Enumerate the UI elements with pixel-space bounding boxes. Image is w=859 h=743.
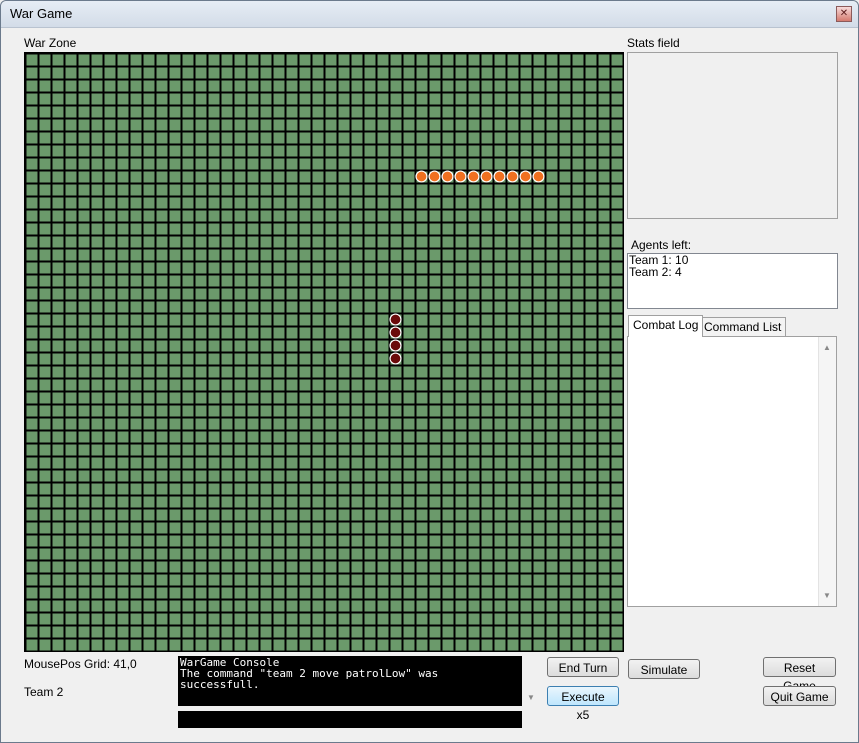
console-command-input[interactable] (178, 711, 522, 728)
agents-left-box: Team 1: 10 Team 2: 4 (627, 253, 838, 309)
team1-agent[interactable] (428, 170, 441, 183)
close-icon[interactable]: ✕ (836, 6, 852, 22)
agents-left-label: Agents left: (631, 238, 692, 252)
current-team-label: Team 2 (24, 685, 64, 699)
team1-agent[interactable] (467, 170, 480, 183)
quit-game-button[interactable]: Quit Game (763, 686, 836, 706)
window-title: War Game (10, 6, 73, 21)
console-line: successfull. (180, 678, 260, 691)
team2-agent[interactable] (389, 339, 402, 352)
tab-combat-log[interactable]: Combat Log (628, 315, 704, 337)
team1-agent[interactable] (506, 170, 519, 183)
tab-command-list[interactable]: Command List (699, 317, 787, 336)
mouse-pos-label: MousePos Grid: 41,0 (24, 657, 137, 671)
reset-game-button[interactable]: Reset Game (763, 657, 836, 693)
stats-field-panel (627, 52, 838, 219)
game-console: WarGame Console The command "team 2 move… (178, 656, 522, 706)
scroll-up-icon[interactable]: ▲ (823, 343, 831, 352)
stats-field-label: Stats field (627, 36, 680, 50)
simulate-button[interactable]: Simulate (628, 659, 700, 679)
war-zone-label: War Zone (24, 36, 77, 50)
team1-agent[interactable] (519, 170, 532, 183)
scroll-down-icon[interactable]: ▼ (823, 591, 831, 600)
war-game-window: War Game ✕ War Zone Stats field Agents l… (0, 0, 859, 743)
execute-x5-button[interactable]: Execute x5 (547, 686, 619, 722)
team1-agent[interactable] (532, 170, 545, 183)
war-zone-canvas[interactable] (25, 53, 623, 651)
team1-agent[interactable] (415, 170, 428, 183)
combat-log-panel: ▲ ▼ (627, 336, 837, 607)
combat-log-scrollbar[interactable]: ▲ ▼ (818, 337, 836, 606)
end-turn-button[interactable]: End Turn (547, 657, 619, 677)
war-zone-grid[interactable] (24, 52, 624, 652)
console-scrollbar[interactable]: ▼ (522, 656, 539, 706)
agents-left-team2: Team 2: 4 (629, 265, 682, 279)
team2-agent[interactable] (389, 352, 402, 365)
team2-agent[interactable] (389, 326, 402, 339)
team2-agent[interactable] (389, 313, 402, 326)
scroll-down-icon[interactable]: ▼ (527, 693, 535, 702)
title-bar[interactable]: War Game ✕ (1, 1, 858, 28)
team1-agent[interactable] (454, 170, 467, 183)
team1-agent[interactable] (441, 170, 454, 183)
team1-agent[interactable] (493, 170, 506, 183)
team1-agent[interactable] (480, 170, 493, 183)
